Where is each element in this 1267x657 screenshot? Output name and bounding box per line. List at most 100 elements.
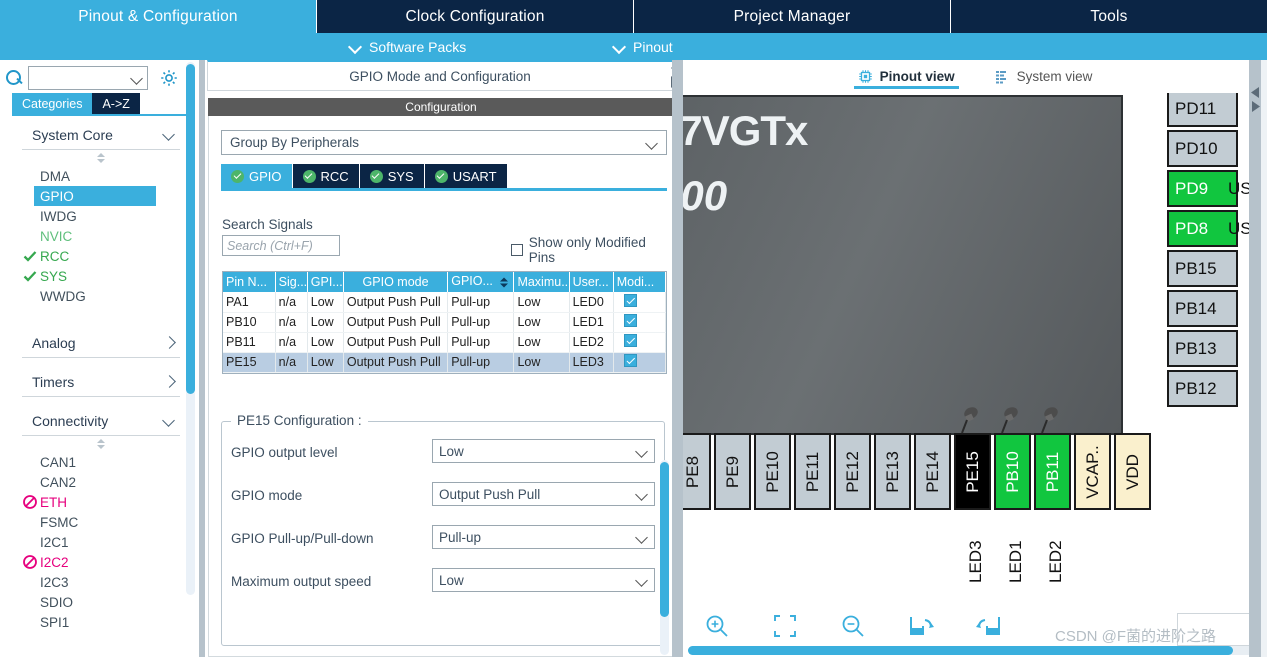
sidebar-item-dma[interactable]: DMA [22, 166, 180, 186]
sidebar-scrollbar-thumb[interactable] [186, 64, 195, 394]
col-pin-name[interactable]: Pin N... [223, 272, 276, 292]
pin-pb10[interactable]: PB10 [994, 433, 1031, 510]
sidebar-group-analog[interactable]: Analog [22, 328, 180, 358]
sidebar-group-timers[interactable]: Timers [22, 367, 180, 397]
scroll-spinner-icon[interactable] [22, 436, 180, 452]
col-gpio-pull-label: GPIO... [451, 273, 493, 288]
pin-pe8[interactable]: PE8 [683, 433, 711, 510]
gear-icon[interactable] [159, 68, 179, 88]
pin-pe9[interactable]: PE9 [714, 433, 751, 510]
pin-pe11[interactable]: PE11 [794, 433, 831, 510]
cell-modified[interactable] [613, 352, 667, 373]
pin-pe12[interactable]: PE12 [834, 433, 871, 510]
sidebar-item-i2c3[interactable]: I2C3 [22, 572, 180, 592]
sidebar-group-connectivity[interactable]: Connectivity [22, 406, 180, 436]
tab-tools[interactable]: Tools [951, 0, 1267, 33]
tab-gpio[interactable]: GPIO [221, 164, 293, 188]
sidebar-item-iwdg[interactable]: IWDG [22, 206, 180, 226]
table-row[interactable]: PA1 n/a Low Output Push Pull Pull-up Low… [223, 292, 667, 313]
pin-pd11[interactable]: PD11 [1167, 93, 1238, 127]
col-maximum-speed[interactable]: Maximu... [513, 272, 570, 292]
gpio-pull-select[interactable]: Pull-up [432, 525, 655, 549]
sidebar-item-sys[interactable]: SYS [22, 266, 180, 286]
rotate-right-button[interactable] [887, 608, 955, 646]
show-modified-pins-row[interactable]: Show only Modified Pins [511, 235, 673, 265]
main-splitter[interactable] [672, 60, 683, 657]
pin-pb14[interactable]: PB14 [1167, 290, 1238, 327]
menu-pinout[interactable]: Pinout [613, 33, 673, 60]
zoom-in-button[interactable] [683, 608, 751, 646]
tab-usart[interactable]: USART [424, 164, 508, 188]
cell-modified[interactable] [613, 292, 667, 313]
scroll-spinner-icon[interactable] [22, 150, 180, 166]
sidebar-item-nvic[interactable]: NVIC [22, 226, 180, 246]
menu-software-packs[interactable]: Software Packs [349, 33, 466, 60]
sidebar-item-fsmc[interactable]: FSMC [22, 512, 180, 532]
cell-modified[interactable] [613, 312, 667, 333]
sidebar-item-can1[interactable]: CAN1 [22, 452, 180, 472]
cell-modified[interactable] [613, 332, 667, 353]
pinout-hscrollbar-thumb[interactable] [688, 646, 1233, 655]
col-gpio-pull[interactable]: GPIO... [447, 272, 515, 292]
gpio-mode-select[interactable]: Output Push Pull [432, 482, 655, 506]
pin-pd10[interactable]: PD10 [1167, 130, 1238, 167]
chip-body[interactable]: 07VGTx 100 [683, 95, 1123, 435]
tab-a-to-z[interactable]: A->Z [92, 93, 140, 114]
pinout-vscrollbar-track[interactable] [1249, 60, 1261, 657]
table-row[interactable]: PB11 n/a Low Output Push Pull Pull-up Lo… [223, 332, 667, 353]
sidebar-item-gpio[interactable]: GPIO [34, 186, 156, 206]
sidebar-item-i2c2[interactable]: I2C2 [22, 552, 180, 572]
modified-checkbox[interactable] [623, 354, 637, 367]
modified-checkbox[interactable] [623, 334, 637, 347]
show-modified-pins-checkbox[interactable] [511, 244, 523, 256]
pin-pe14[interactable]: PE14 [914, 433, 951, 510]
col-gpio-mode[interactable]: GPIO mode [343, 272, 449, 292]
zoom-out-button[interactable] [819, 608, 887, 646]
fit-to-screen-button[interactable] [751, 608, 819, 646]
pin-pb11[interactable]: PB11 [1034, 433, 1071, 510]
modified-checkbox[interactable] [623, 293, 637, 307]
signal-search-input[interactable]: Search (Ctrl+F) [222, 235, 340, 256]
sidebar-item-i2c1[interactable]: I2C1 [22, 532, 180, 552]
pin-pb15[interactable]: PB15 [1167, 250, 1238, 287]
col-signal[interactable]: Sig... [275, 272, 308, 292]
tab-clock-configuration[interactable]: Clock Configuration [317, 0, 634, 33]
table-row[interactable]: PE15 n/a Low Output Push Pull Pull-up Lo… [223, 352, 667, 373]
pin-pe10[interactable]: PE10 [754, 433, 791, 510]
sidebar-item-rcc[interactable]: RCC [22, 246, 180, 266]
sidebar-item-eth[interactable]: ETH [22, 492, 180, 512]
group-by-select[interactable]: Group By Peripherals [221, 130, 667, 155]
tab-sys[interactable]: SYS [359, 164, 425, 188]
col-modified[interactable]: Modi... [613, 272, 667, 292]
search-input[interactable] [28, 66, 148, 90]
pin-pb13[interactable]: PB13 [1167, 330, 1238, 367]
cell-pin: PA1 [223, 292, 276, 313]
tab-project-manager[interactable]: Project Manager [634, 0, 951, 33]
pin-vdd[interactable]: VDD [1114, 433, 1151, 510]
tab-label: A->Z [102, 96, 130, 111]
col-gpio-output-level[interactable]: GPI... [307, 272, 344, 292]
sidebar-item-can2[interactable]: CAN2 [22, 472, 180, 492]
tab-rcc[interactable]: RCC [292, 164, 360, 188]
sidebar-group-system-core[interactable]: System Core [22, 120, 180, 150]
tab-system-view[interactable]: System view [995, 60, 1092, 93]
tab-pinout-configuration[interactable]: Pinout & Configuration [0, 0, 317, 33]
col-user-label[interactable]: User... [569, 272, 614, 292]
table-row[interactable]: PB10 n/a Low Output Push Pull Pull-up Lo… [223, 312, 667, 333]
pin-vcap[interactable]: VCAP.. [1074, 433, 1111, 510]
chip-diagram-canvas[interactable]: 07VGTx 100 PD11 PD10 PD9 PD8 PB15 PB14 P… [683, 93, 1252, 657]
sidebar-item-spi1[interactable]: SPI1 [22, 612, 180, 632]
gpio-output-level-select[interactable]: Low [432, 439, 655, 463]
pin-pe15[interactable]: PE15 [954, 433, 991, 510]
tab-pinout-view[interactable]: Pinout view [853, 60, 959, 93]
pin-pe13[interactable]: PE13 [874, 433, 911, 510]
scroll-right-arrow-icon[interactable] [1250, 100, 1261, 116]
pin-pb12[interactable]: PB12 [1167, 370, 1238, 407]
sidebar-item-sdio[interactable]: SDIO [22, 592, 180, 612]
rotate-left-button[interactable] [955, 608, 1023, 646]
maximum-output-speed-select[interactable]: Low [432, 568, 655, 592]
tab-categories[interactable]: Categories [12, 93, 93, 114]
sidebar-item-wwdg[interactable]: WWDG [22, 286, 180, 306]
config-scrollbar-thumb[interactable] [660, 462, 669, 617]
modified-checkbox[interactable] [623, 314, 637, 327]
